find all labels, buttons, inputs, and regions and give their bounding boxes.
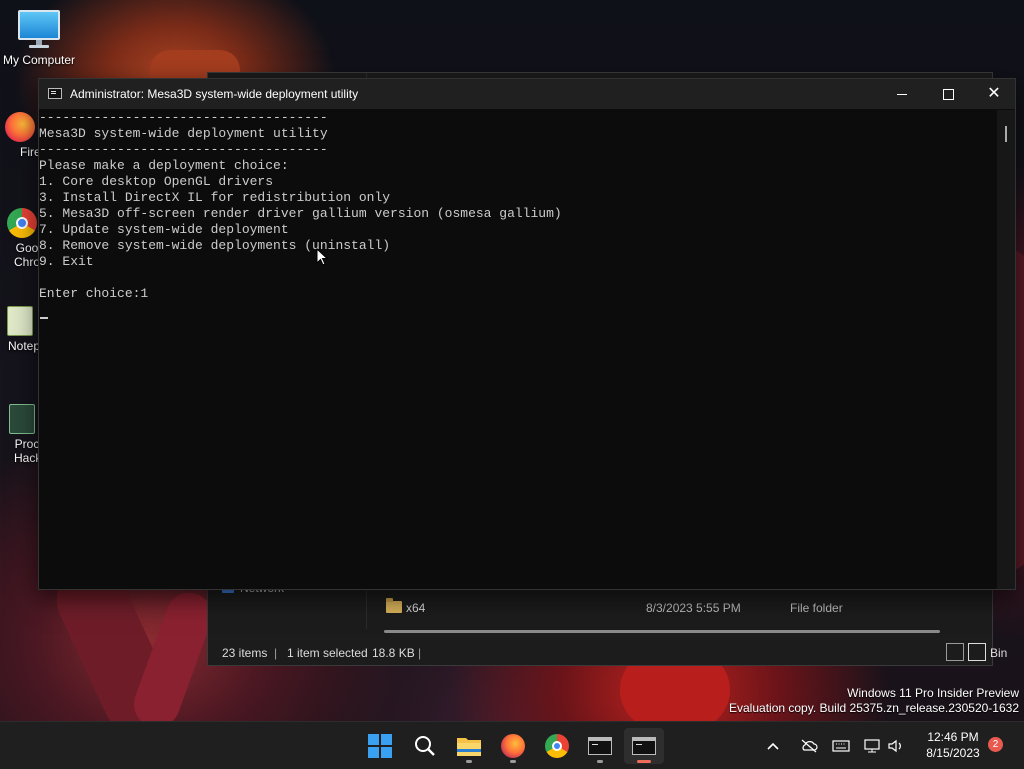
taskbar-terminal-1[interactable]	[580, 728, 620, 764]
minimize-icon	[897, 93, 907, 95]
console-line: 5. Mesa3D off-screen render driver galli…	[39, 206, 562, 221]
scrollbar-thumb[interactable]	[1005, 126, 1007, 142]
console-app-icon[interactable]	[48, 88, 62, 99]
console-window[interactable]: Administrator: Mesa3D system-wide deploy…	[38, 78, 1016, 590]
vertical-scrollbar[interactable]	[997, 110, 1015, 589]
desktop-icon-firefox[interactable]: Fire	[0, 112, 41, 159]
volume-icon	[888, 739, 901, 752]
console-line: Please make a deployment choice:	[39, 158, 289, 173]
desktop-icon-label: My Computer	[2, 53, 76, 67]
clock-date: 8/15/2023	[926, 746, 980, 760]
console-line: Mesa3D system-wide deployment utility	[39, 126, 328, 141]
selection-size: 18.8 KB	[372, 646, 415, 660]
clock-time: 12:46 PM	[927, 730, 979, 744]
horizontal-scrollbar[interactable]	[384, 630, 940, 633]
notification-badge[interactable]: 2	[988, 737, 1003, 752]
console-output[interactable]: ------------------------------------- Me…	[39, 110, 999, 588]
watermark-line-2: Evaluation copy. Build 25375.zn_release.…	[729, 701, 1019, 715]
maximize-icon	[942, 88, 954, 100]
network-tray-button[interactable]	[864, 722, 880, 769]
details-view-button[interactable]	[946, 643, 964, 661]
mouse-pointer-icon	[316, 248, 328, 266]
desktop-icon-label: Notep	[8, 339, 41, 353]
folder-icon	[386, 598, 402, 613]
firefox-icon	[501, 734, 525, 758]
file-row[interactable]: x64 8/3/2023 5:55 PM File folder	[384, 597, 964, 619]
desktop-icon-notepad[interactable]: Notep	[0, 306, 40, 353]
console-titlebar[interactable]: Administrator: Mesa3D system-wide deploy…	[39, 79, 1015, 109]
taskbar-firefox[interactable]	[493, 728, 533, 764]
search-button[interactable]	[405, 728, 445, 764]
console-line: 3. Install DirectX IL for redistribution…	[39, 190, 391, 205]
volume-tray-button[interactable]	[888, 722, 904, 769]
notepad-icon	[7, 306, 33, 336]
item-count: 23 items	[222, 646, 268, 660]
evaluation-watermark: Windows 11 Pro Insider Preview Evaluatio…	[729, 686, 1019, 716]
console-line: 8. Remove system-wide deployments (unins…	[39, 238, 391, 253]
start-button[interactable]	[360, 728, 400, 764]
minimize-button[interactable]	[879, 79, 925, 109]
start-icon	[368, 734, 392, 758]
console-line: 7. Update system-wide deployment	[39, 222, 289, 237]
file-name: x64	[406, 601, 426, 615]
keyboard-icon	[832, 739, 850, 752]
taskbar-file-explorer[interactable]	[449, 728, 489, 764]
console-line: 1. Core desktop OpenGL drivers	[39, 174, 274, 189]
process-hacker-icon	[9, 404, 35, 434]
terminal-icon	[632, 737, 656, 755]
chevron-up-icon	[767, 742, 779, 750]
monitor-icon	[18, 10, 60, 50]
console-line: -------------------------------------	[39, 142, 328, 157]
close-icon: ✕	[987, 85, 1001, 102]
console-line: 9. Exit	[39, 254, 94, 269]
search-icon	[415, 736, 435, 756]
keyboard-tray-button[interactable]	[832, 722, 850, 769]
desktop-icon-label: Fire	[20, 145, 41, 159]
taskbar-terminal-2[interactable]	[624, 728, 664, 764]
chrome-icon	[7, 208, 37, 238]
file-date: 8/3/2023 5:55 PM	[646, 601, 741, 615]
terminal-icon	[588, 737, 612, 755]
onedrive-tray-button[interactable]	[800, 722, 818, 769]
status-bar: 23 items | 1 item selected 18.8 KB | Bin	[208, 641, 1007, 665]
selection-info: 1 item selected	[287, 646, 368, 660]
window-title: Administrator: Mesa3D system-wide deploy…	[70, 87, 359, 101]
close-button[interactable]: ✕	[971, 79, 1017, 109]
console-prompt-line: Enter choice:1	[39, 286, 149, 301]
desktop-icon-label: Goo Chro	[13, 241, 40, 269]
network-icon	[864, 738, 880, 752]
taskbar: 12:46 PM 8/15/2023 2	[0, 721, 1024, 769]
console-line: -------------------------------------	[39, 110, 328, 125]
large-icons-view-button[interactable]	[968, 643, 986, 661]
firefox-icon	[5, 112, 35, 142]
chrome-icon	[545, 734, 569, 758]
file-type: File folder	[790, 601, 843, 615]
watermark-line-1: Windows 11 Pro Insider Preview	[847, 686, 1019, 700]
taskbar-clock[interactable]: 12:46 PM 8/15/2023	[918, 729, 988, 761]
taskbar-chrome[interactable]	[537, 728, 577, 764]
desktop-icon-label: Proc Hack	[14, 437, 42, 465]
show-hidden-icons-button[interactable]	[766, 722, 780, 769]
status-trailing-text: Bin	[990, 646, 1008, 660]
maximize-button[interactable]	[925, 79, 971, 109]
onedrive-off-icon	[801, 739, 818, 752]
desktop-icon-my-computer[interactable]: My Computer	[0, 10, 78, 67]
file-explorer-icon	[457, 738, 481, 756]
text-cursor	[40, 317, 48, 319]
